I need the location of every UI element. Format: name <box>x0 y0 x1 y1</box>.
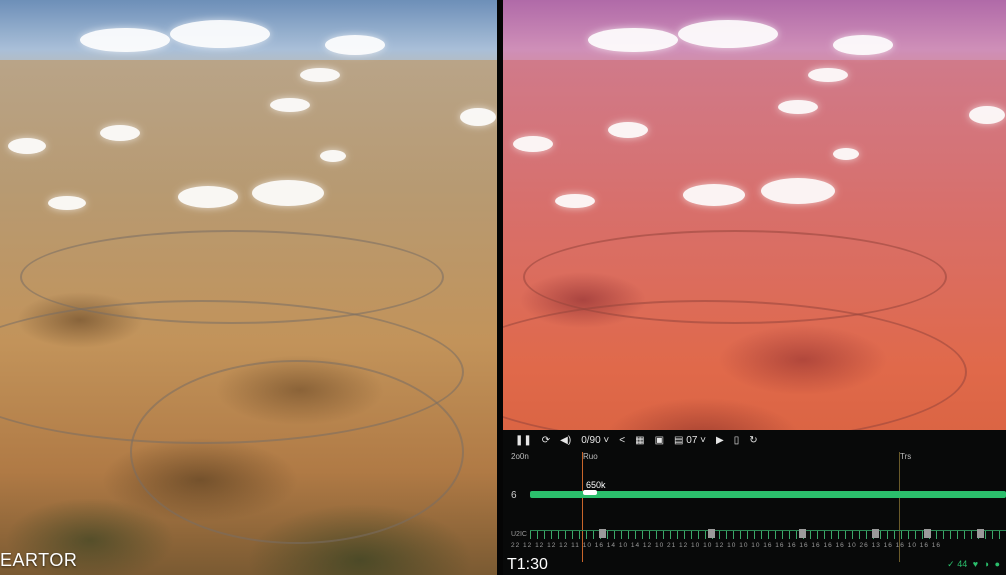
video-track-bar[interactable] <box>530 491 1006 498</box>
cloud <box>178 186 238 208</box>
cloud <box>778 100 818 114</box>
record-icon[interactable]: ● <box>995 559 1000 569</box>
cloud <box>833 35 893 55</box>
before-image-panel: EARTOR <box>0 0 497 575</box>
frame-numbers: 22 12 12 12 12 11 10 16 14 10 14 12 10 2… <box>511 542 942 549</box>
device-icon[interactable]: ▯ <box>734 435 740 446</box>
cloud <box>683 184 745 206</box>
cloud <box>320 150 346 162</box>
timecode-display: T1:30 <box>507 556 548 573</box>
cloud <box>513 136 553 152</box>
contrast-icon[interactable]: ◑ <box>984 559 989 569</box>
speed-dropdown[interactable]: 0/90 ˅ <box>581 435 609 446</box>
cloud <box>588 28 678 52</box>
keyframe-block[interactable] <box>708 529 715 538</box>
ruler-label-right: Trs <box>900 452 912 461</box>
cloud <box>100 125 140 141</box>
ruler-label-left: 2o0n <box>511 452 529 461</box>
cloud <box>300 68 340 82</box>
cloud <box>270 98 310 112</box>
cloud <box>8 138 46 154</box>
volume-icon[interactable]: ◀) <box>560 435 571 446</box>
keyframe-block[interactable] <box>799 529 806 538</box>
clip-dropdown[interactable]: ▤ 07 ˅ <box>674 435 706 446</box>
play-button[interactable]: ▶ <box>716 435 724 446</box>
cloud <box>325 35 385 55</box>
keyframe-block[interactable] <box>599 529 606 538</box>
grid-icon[interactable]: ▦ <box>635 435 644 446</box>
keyframe-block[interactable] <box>924 529 931 538</box>
timeline-toolbar: ❚❚ ⟳ ◀) 0/90 ˅ < ▦ ▣ ▤ 07 ˅ ▶ ▯ ↻ <box>503 430 1006 450</box>
pause-button[interactable]: ❚❚ <box>515 435 532 446</box>
before-label: EARTOR <box>0 550 78 570</box>
image-icon[interactable]: ▣ <box>655 435 664 446</box>
keyframe-block[interactable] <box>872 529 879 538</box>
cloud <box>969 106 1005 124</box>
cloud <box>555 194 595 208</box>
cloud <box>608 122 648 138</box>
share-icon[interactable]: < <box>619 435 625 446</box>
cloud <box>833 148 859 160</box>
keyframe-block[interactable] <box>977 529 984 538</box>
check-count-icon[interactable]: ✓ 44 <box>947 559 967 569</box>
cloud <box>678 20 778 48</box>
cloud <box>761 178 835 204</box>
bottom-row-label: U2IC <box>511 531 527 538</box>
heart-icon[interactable]: ♥ <box>973 559 978 569</box>
cloud <box>170 20 270 48</box>
status-icons: ✓ 44 ♥ ◑ ● <box>944 559 1000 570</box>
video-editor-timeline: ❚❚ ⟳ ◀) 0/90 ˅ < ▦ ▣ ▤ 07 ˅ ▶ ▯ ↻ 2o0n R… <box>503 430 1006 575</box>
cloud <box>80 28 170 52</box>
loop-icon[interactable]: ⟳ <box>542 435 550 446</box>
ruler-label-mid: Ruo <box>583 452 598 461</box>
track-number: 6 <box>511 490 517 501</box>
road <box>130 360 464 544</box>
playhead-handle[interactable] <box>583 490 597 495</box>
cloud <box>460 108 496 126</box>
cloud <box>252 180 324 206</box>
refresh-icon[interactable]: ↻ <box>749 435 757 446</box>
clip-value-label: 650k <box>586 480 606 490</box>
cloud <box>48 196 86 210</box>
cloud <box>808 68 848 82</box>
